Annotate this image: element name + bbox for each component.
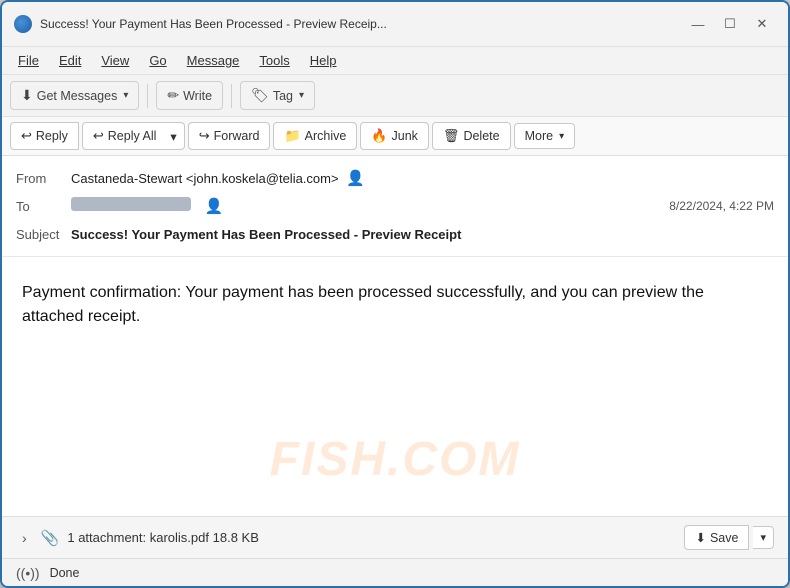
get-messages-dropdown-icon: ▾ — [123, 90, 128, 101]
reply-all-button[interactable]: ↩ Reply All — [82, 122, 168, 150]
tag-label: Tag — [273, 89, 293, 103]
app-icon — [14, 15, 32, 33]
reply-all-group: ↩ Reply All ▾ — [82, 122, 185, 150]
status-wifi-icon: ((•)) — [16, 565, 40, 581]
email-date: 8/22/2024, 4:22 PM — [669, 199, 774, 213]
attachment-size: 18.8 KB — [213, 530, 259, 545]
more-dropdown-icon: ▾ — [559, 131, 564, 142]
from-name: Castaneda-Stewart — [71, 171, 182, 186]
menu-edit[interactable]: Edit — [51, 49, 89, 72]
status-bar: ((•)) Done — [2, 558, 788, 586]
subject-value: Success! Your Payment Has Been Processed… — [71, 227, 461, 242]
save-icon: ⬇ — [695, 530, 705, 545]
junk-button[interactable]: 🔥 Junk — [360, 122, 429, 150]
attachment-label: 1 attachment: karolis.pdf 18.8 KB — [67, 530, 259, 545]
attachment-right: ⬇ Save ▾ — [684, 525, 774, 550]
window-controls: — ☐ ✕ — [684, 10, 776, 38]
more-label: More — [525, 129, 553, 143]
status-text: Done — [50, 566, 80, 580]
forward-icon: ↪ — [199, 128, 210, 144]
menu-message[interactable]: Message — [179, 49, 248, 72]
paperclip-icon: 📎 — [41, 529, 60, 547]
to-label: To — [16, 199, 71, 214]
junk-icon: 🔥 — [371, 128, 387, 144]
delete-button[interactable]: 🗑 Delete — [432, 122, 511, 150]
minimize-button[interactable]: — — [684, 10, 712, 38]
save-dropdown-icon: ▾ — [760, 532, 766, 544]
toolbar-separator-1 — [147, 84, 148, 108]
close-button[interactable]: ✕ — [748, 10, 776, 38]
watermark: FISH.COM — [270, 424, 521, 496]
attachment-left: › 📎 1 attachment: karolis.pdf 18.8 KB — [16, 528, 259, 548]
title-bar-left: Success! Your Payment Has Been Processed… — [14, 15, 387, 33]
reply-all-dropdown-icon: ▾ — [170, 129, 176, 144]
write-button[interactable]: ✏ Write — [156, 81, 223, 110]
from-value: Castaneda-Stewart <john.koskela@telia.co… — [71, 169, 774, 187]
to-value: 👤 — [71, 197, 669, 215]
from-email: <john.koskela@telia.com> — [186, 171, 339, 186]
menu-help[interactable]: Help — [302, 49, 345, 72]
menu-tools[interactable]: Tools — [251, 49, 297, 72]
forward-label: Forward — [214, 129, 260, 143]
get-messages-label: Get Messages — [37, 89, 118, 103]
tag-button[interactable]: 🏷 Tag ▾ — [240, 81, 315, 110]
write-label: Write — [183, 89, 212, 103]
archive-button[interactable]: 📁 Archive — [273, 122, 357, 150]
attachment-filename-label: 1 attachment: karolis.pdf — [67, 530, 209, 545]
attachment-expand-button[interactable]: › — [16, 528, 33, 548]
save-dropdown-button[interactable]: ▾ — [753, 526, 774, 549]
menu-file[interactable]: File — [10, 49, 47, 72]
tag-dropdown-icon: ▾ — [299, 90, 304, 101]
to-row: To 👤 8/22/2024, 4:22 PM — [16, 192, 774, 220]
toolbar-separator-2 — [231, 84, 232, 108]
toolbar: ⬇ Get Messages ▾ ✏ Write 🏷 Tag ▾ — [2, 75, 788, 117]
archive-icon: 📁 — [284, 128, 300, 144]
reply-all-icon: ↩ — [93, 128, 104, 144]
get-messages-button[interactable]: ⬇ Get Messages ▾ — [10, 81, 139, 110]
delete-icon: 🗑 — [443, 128, 460, 144]
reply-icon: ↩ — [21, 128, 32, 144]
reply-all-label: Reply All — [108, 129, 157, 143]
write-icon: ✏ — [167, 87, 179, 104]
from-person-icon: 👤 — [346, 170, 365, 187]
tag-icon: 🏷 — [251, 87, 269, 104]
from-row: From Castaneda-Stewart <john.koskela@tel… — [16, 164, 774, 192]
action-bar: ↩ Reply ↩ Reply All ▾ ↪ Forward 📁 Archiv… — [2, 117, 788, 156]
maximize-button[interactable]: ☐ — [716, 10, 744, 38]
window-title: Success! Your Payment Has Been Processed… — [40, 17, 387, 31]
email-window: Success! Your Payment Has Been Processed… — [0, 0, 790, 588]
to-person-icon: 👤 — [205, 198, 224, 215]
save-label: Save — [710, 531, 739, 545]
archive-label: Archive — [305, 129, 347, 143]
more-button[interactable]: More ▾ — [514, 123, 576, 149]
reply-group: ↩ Reply — [10, 122, 79, 150]
forward-button[interactable]: ↪ Forward — [188, 122, 271, 150]
email-header: From Castaneda-Stewart <john.koskela@tel… — [2, 156, 788, 257]
delete-label: Delete — [463, 129, 499, 143]
attachment-bar: › 📎 1 attachment: karolis.pdf 18.8 KB ⬇ … — [2, 516, 788, 558]
save-button[interactable]: ⬇ Save — [684, 525, 749, 550]
more-group: More ▾ — [514, 123, 576, 149]
subject-row: Subject Success! Your Payment Has Been P… — [16, 220, 774, 248]
reply-all-dropdown-button[interactable]: ▾ — [163, 122, 184, 150]
subject-label: Subject — [16, 227, 71, 242]
to-email-blurred — [71, 197, 191, 211]
menu-go[interactable]: Go — [141, 49, 174, 72]
get-messages-icon: ⬇ — [21, 87, 33, 104]
title-bar: Success! Your Payment Has Been Processed… — [2, 2, 788, 47]
reply-label: Reply — [36, 129, 68, 143]
menu-view[interactable]: View — [93, 49, 137, 72]
from-label: From — [16, 171, 71, 186]
reply-button[interactable]: ↩ Reply — [10, 122, 79, 150]
email-body-text: Payment confirmation: Your payment has b… — [22, 281, 768, 329]
junk-label: Junk — [392, 129, 418, 143]
email-body: Payment confirmation: Your payment has b… — [2, 257, 788, 516]
menu-bar: File Edit View Go Message Tools Help — [2, 47, 788, 75]
